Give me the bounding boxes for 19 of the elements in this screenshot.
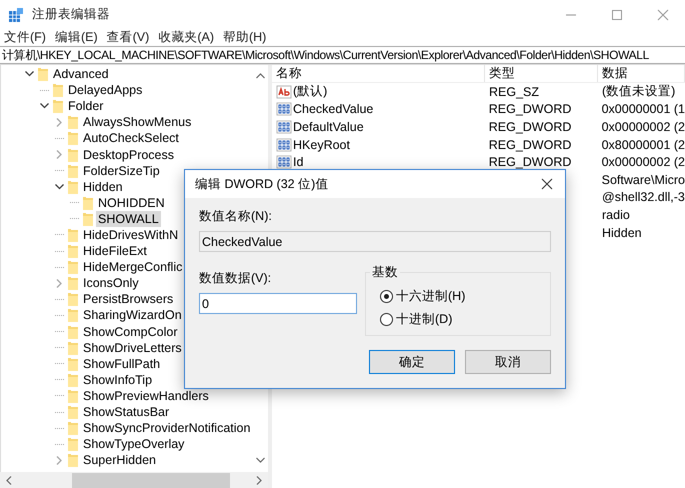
dialog-title: 编辑 DWORD (32 位)值 [195,176,328,192]
value-data: Hidden [602,226,642,240]
value-data: Software\Micro [602,172,685,187]
value-data: (数值未设置) [602,83,676,100]
value-type: REG_DWORD [488,102,572,116]
field-label: 数值数据(V): [199,270,272,287]
value-data: 0x00000001 (1 [602,102,685,116]
window-title: 注册表编辑器 [32,6,110,23]
value-type: REG_DWORD [488,120,572,134]
field-label: 数值名称(N): [199,208,273,225]
value-data: 0x00000002 (2 [602,155,685,170]
value-data: 0x80000001 (2 [602,138,685,152]
group-label: 基数 [370,264,400,281]
value-type: REG_DWORD [488,155,572,170]
value-data: @shell32.dll,-3 [602,190,685,204]
value-data: 0x00000002 (2 [602,120,685,134]
value-data: radio [602,208,630,222]
value-type: REG_DWORD [488,138,572,152]
value-type: REG_SZ [489,84,540,99]
